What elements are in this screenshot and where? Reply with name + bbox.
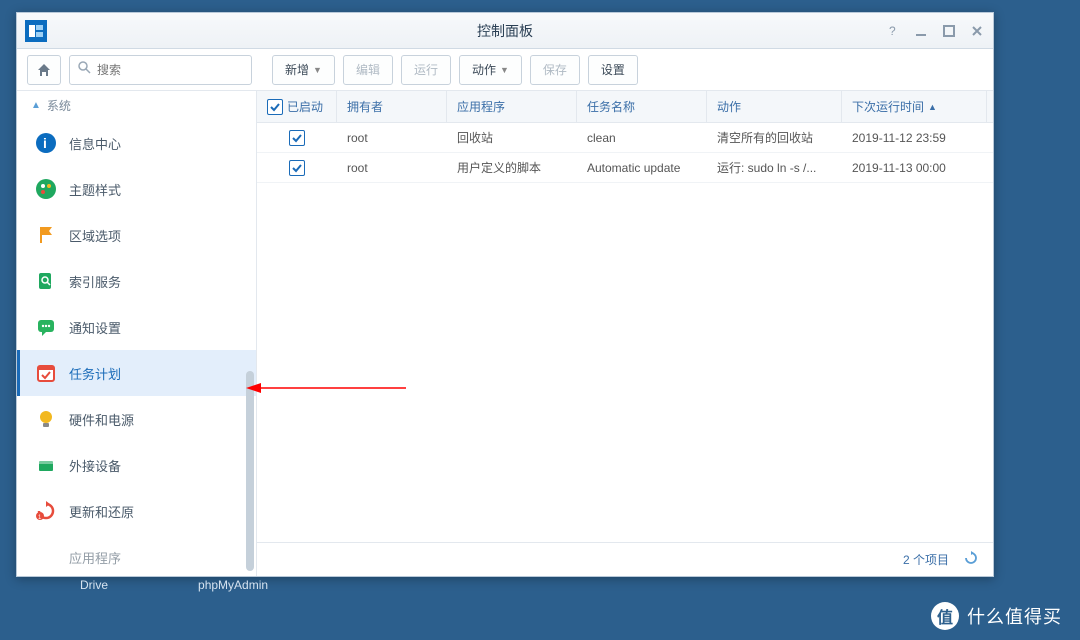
sidebar-item-8[interactable]: 1 更新和还原 bbox=[17, 488, 256, 534]
cell-next: 2019-11-13 00:00 bbox=[842, 161, 987, 175]
item-count: 2 个项目 bbox=[903, 551, 949, 568]
sidebar-item-7[interactable]: 外接设备 bbox=[17, 442, 256, 488]
cell-action: 运行: sudo ln -s /... bbox=[707, 159, 842, 176]
search-field[interactable] bbox=[69, 55, 252, 85]
sidebar-group-header[interactable]: ▲ 系统 bbox=[17, 91, 256, 120]
chevron-down-icon: ▼ bbox=[500, 65, 509, 75]
flag-icon bbox=[35, 224, 57, 246]
control-panel-window: 控制面板 ? 新增▼ 编辑 运行 动作▼ 保存 设置 bbox=[16, 12, 994, 577]
refresh-button[interactable] bbox=[963, 550, 979, 569]
settings-button[interactable]: 设置 bbox=[588, 55, 638, 85]
col-header-owner[interactable]: 拥有者 bbox=[337, 91, 447, 122]
sidebar-item-label: 区域选项 bbox=[69, 226, 121, 245]
svg-text:i: i bbox=[43, 135, 47, 151]
update-icon: 1 bbox=[35, 500, 57, 522]
window-controls: ? bbox=[885, 23, 985, 39]
sidebar-item-label: 主题样式 bbox=[69, 180, 121, 199]
desktop-label-pma[interactable]: phpMyAdmin bbox=[198, 578, 268, 592]
maximize-button[interactable] bbox=[941, 23, 957, 39]
desktop-label-drive[interactable]: Drive bbox=[80, 578, 108, 592]
sidebar-item-label: 信息中心 bbox=[69, 134, 121, 153]
cell-task: clean bbox=[577, 131, 707, 145]
sidebar-group-label: 系统 bbox=[47, 97, 71, 114]
cell-app: 用户定义的脚本 bbox=[447, 159, 577, 176]
titlebar: 控制面板 ? bbox=[17, 13, 993, 49]
sidebar-item-label: 应用程序 bbox=[69, 548, 121, 567]
help-button[interactable]: ? bbox=[885, 23, 901, 39]
minimize-button[interactable] bbox=[913, 23, 929, 39]
app-icon bbox=[25, 20, 47, 42]
calendar-icon bbox=[35, 362, 57, 384]
sidebar-item-label: 任务计划 bbox=[69, 364, 121, 383]
body: ▲ 系统 i 信息中心主题样式区域选项索引服务通知设置任务计划硬件和电源外接设备 1… bbox=[17, 91, 993, 576]
sidebar: ▲ 系统 i 信息中心主题样式区域选项索引服务通知设置任务计划硬件和电源外接设备 1… bbox=[17, 91, 257, 576]
cell-owner: root bbox=[337, 161, 447, 175]
sidebar-item-label: 外接设备 bbox=[69, 456, 121, 475]
sidebar-item-4[interactable]: 通知设置 bbox=[17, 304, 256, 350]
sidebar-item-0[interactable]: i 信息中心 bbox=[17, 120, 256, 166]
table-row[interactable]: root 回收站 clean 清空所有的回收站 2019-11-12 23:59 bbox=[257, 123, 993, 153]
cell-owner: root bbox=[337, 131, 447, 145]
chevron-up-icon: ▲ bbox=[31, 100, 41, 111]
info-icon: i bbox=[35, 132, 57, 154]
status-bar: 2 个项目 bbox=[257, 542, 993, 576]
sidebar-item-3[interactable]: 索引服务 bbox=[17, 258, 256, 304]
col-header-action[interactable]: 动作 bbox=[707, 91, 842, 122]
home-button[interactable] bbox=[27, 55, 61, 85]
col-header-enabled[interactable]: 已启动 bbox=[257, 91, 337, 122]
sort-asc-icon: ▲ bbox=[928, 102, 937, 112]
close-button[interactable] bbox=[969, 23, 985, 39]
new-button[interactable]: 新增▼ bbox=[272, 55, 335, 85]
table-row[interactable]: root 用户定义的脚本 Automatic update 运行: sudo l… bbox=[257, 153, 993, 183]
bulb-icon bbox=[35, 408, 57, 430]
table-header: 已启动 拥有者 应用程序 任务名称 动作 下次运行时间▲ bbox=[257, 91, 993, 123]
chevron-down-icon: ▼ bbox=[313, 65, 322, 75]
drive-icon bbox=[35, 454, 57, 476]
scrollbar-thumb[interactable] bbox=[246, 371, 254, 571]
sidebar-item-label: 索引服务 bbox=[69, 272, 121, 291]
watermark-badge: 值 bbox=[931, 602, 959, 630]
sidebar-item-label: 更新和还原 bbox=[69, 502, 134, 521]
cell-app: 回收站 bbox=[447, 129, 577, 146]
col-header-task[interactable]: 任务名称 bbox=[577, 91, 707, 122]
run-button[interactable]: 运行 bbox=[401, 55, 451, 85]
sidebar-item-label: 硬件和电源 bbox=[69, 410, 134, 429]
search-icon bbox=[78, 61, 91, 79]
col-header-next[interactable]: 下次运行时间▲ bbox=[842, 91, 987, 122]
desktop-icons: Drive phpMyAdmin bbox=[80, 578, 268, 592]
sidebar-item-5[interactable]: 任务计划 bbox=[17, 350, 256, 396]
sidebar-item-9[interactable]: 应用程序 bbox=[17, 534, 256, 576]
action-button[interactable]: 动作▼ bbox=[459, 55, 522, 85]
row-checkbox[interactable] bbox=[289, 130, 305, 146]
sidebar-item-6[interactable]: 硬件和电源 bbox=[17, 396, 256, 442]
cell-action: 清空所有的回收站 bbox=[707, 129, 842, 146]
sidebar-item-label: 通知设置 bbox=[69, 318, 121, 337]
row-checkbox[interactable] bbox=[289, 160, 305, 176]
sidebar-item-2[interactable]: 区域选项 bbox=[17, 212, 256, 258]
content-area: 已启动 拥有者 应用程序 任务名称 动作 下次运行时间▲ root 回收站 cl… bbox=[257, 91, 993, 576]
-icon bbox=[35, 546, 57, 568]
select-all-checkbox[interactable] bbox=[267, 99, 283, 115]
save-button[interactable]: 保存 bbox=[530, 55, 580, 85]
search-doc-icon bbox=[35, 270, 57, 292]
window-title: 控制面板 bbox=[477, 21, 533, 41]
cell-task: Automatic update bbox=[577, 161, 707, 175]
sidebar-item-1[interactable]: 主题样式 bbox=[17, 166, 256, 212]
table-body: root 回收站 clean 清空所有的回收站 2019-11-12 23:59… bbox=[257, 123, 993, 542]
watermark-text: 什么值得买 bbox=[967, 603, 1062, 629]
watermark: 值 什么值得买 bbox=[931, 602, 1062, 630]
palette-icon bbox=[35, 178, 57, 200]
svg-text:?: ? bbox=[889, 24, 896, 38]
edit-button[interactable]: 编辑 bbox=[343, 55, 393, 85]
search-input[interactable] bbox=[97, 63, 243, 77]
col-header-app[interactable]: 应用程序 bbox=[447, 91, 577, 122]
chat-icon bbox=[35, 316, 57, 338]
cell-next: 2019-11-12 23:59 bbox=[842, 131, 987, 145]
toolbar: 新增▼ 编辑 运行 动作▼ 保存 设置 bbox=[17, 49, 993, 91]
